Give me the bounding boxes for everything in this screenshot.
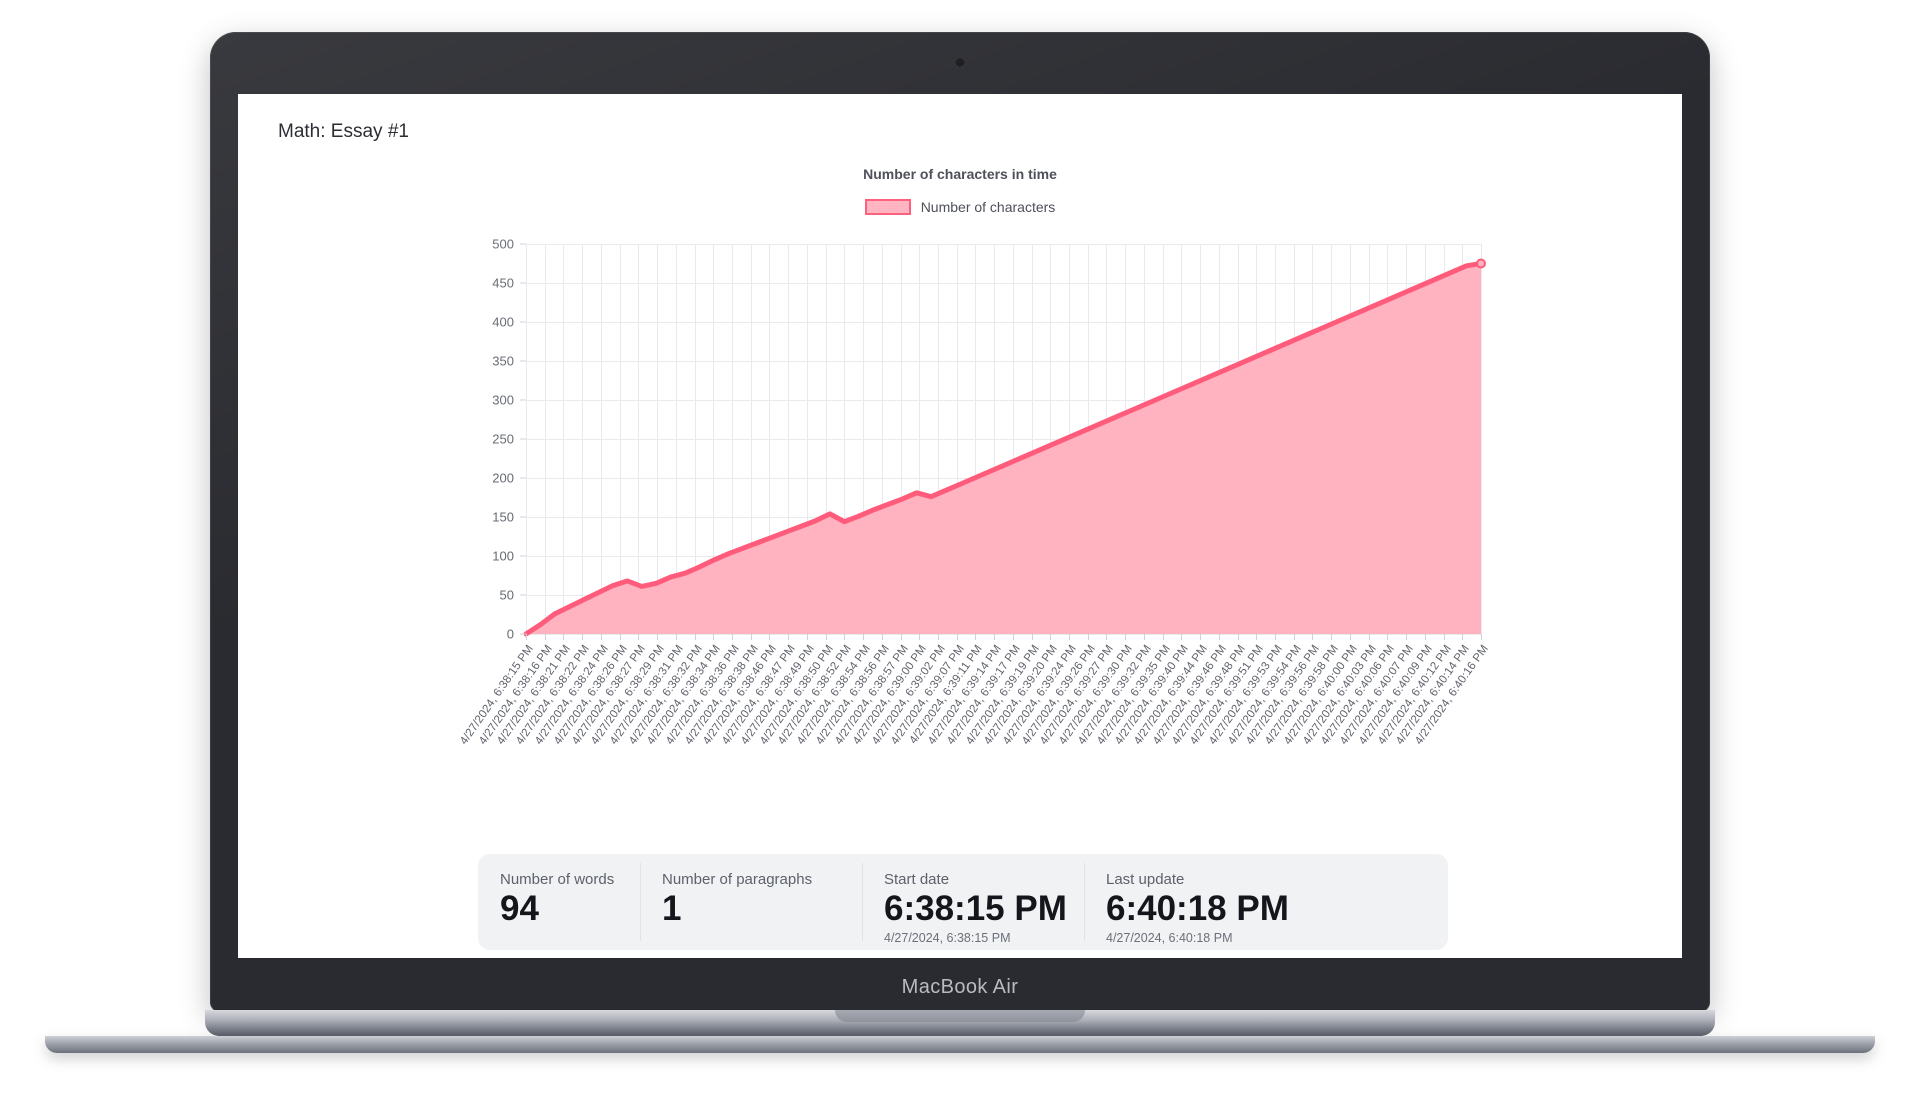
x-axis-tick (769, 634, 771, 640)
x-axis-tick (1331, 634, 1333, 640)
x-axis-tick (713, 634, 715, 640)
camera-dot-icon (955, 58, 965, 67)
x-axis-tick (900, 634, 902, 640)
x-axis-tick (956, 634, 958, 640)
y-axis-tick (520, 360, 526, 362)
stat-card: Number of paragraphs 1 (640, 854, 862, 950)
x-axis-tick (825, 634, 827, 640)
x-axis-tick (1181, 634, 1183, 640)
y-axis-tick (520, 477, 526, 479)
legend-color-swatch (864, 199, 911, 215)
x-axis-tick (600, 634, 602, 640)
app-root: Math: Essay #1 Number of characters in t… (238, 94, 1682, 958)
page-title: Math: Essay #1 (278, 121, 409, 142)
laptop-foot (45, 1036, 1875, 1053)
x-axis-tick (731, 634, 733, 640)
x-axis-tick (1443, 634, 1445, 640)
area-chart-svg (526, 258, 1486, 634)
x-axis-tick (657, 634, 659, 640)
x-axis-tick (1462, 634, 1464, 640)
laptop-base-notch (835, 1010, 1085, 1022)
y-axis-tick (520, 399, 526, 401)
x-axis-tick (1087, 634, 1089, 640)
device-name-label: MacBook Air (901, 976, 1019, 998)
x-axis-tick (619, 634, 621, 640)
x-axis-tick (1106, 634, 1108, 640)
x-axis-tick (788, 634, 790, 640)
y-gridline (526, 634, 1481, 635)
y-axis-tick (520, 555, 526, 557)
stat-card-label: Number of words (500, 871, 615, 888)
x-axis-tick (1125, 634, 1127, 640)
y-axis-tick (520, 321, 526, 323)
x-axis-tick (844, 634, 846, 640)
x-axis-tick (863, 634, 865, 640)
x-axis-tick (750, 634, 752, 640)
x-axis-tick (1406, 634, 1408, 640)
x-axis-tick (1275, 634, 1277, 640)
x-axis-tick (675, 634, 677, 640)
chart-title: Number of characters in time (863, 166, 1057, 182)
x-axis-tick (582, 634, 584, 640)
x-axis-tick (1012, 634, 1014, 640)
x-axis-tick (1050, 634, 1052, 640)
x-axis-tick (1387, 634, 1389, 640)
laptop-mockup: Math: Essay #1 Number of characters in t… (45, 32, 1875, 1072)
x-axis-tick (806, 634, 808, 640)
x-axis-tick (526, 634, 527, 640)
x-axis-tick (1481, 634, 1482, 640)
y-axis-tick (520, 516, 526, 518)
x-axis-tick (937, 634, 939, 640)
plot-area: 0 50 100 150 200 250 300 350 400 450 500 4/27/2024… (458, 237, 1491, 747)
legend-item-label: Number of characters (920, 199, 1056, 215)
stat-card-subtext: 4/27/2024, 6:38:15 PM (884, 930, 1011, 945)
stat-card-label: Number of paragraphs (662, 871, 813, 888)
chart-legend[interactable]: Number of characters (238, 199, 1682, 215)
chart-panel: Number of characters in time Number of c… (238, 152, 1682, 852)
y-axis-tick (520, 438, 526, 440)
x-axis-tick (694, 634, 696, 640)
y-axis-tick (520, 243, 526, 245)
x-axis-tick (1293, 634, 1295, 640)
x-axis-tick (919, 634, 921, 640)
x-axis-tick (1256, 634, 1258, 640)
laptop-screen-bezel: Math: Essay #1 Number of characters in t… (210, 32, 1710, 1012)
x-axis-tick (1368, 634, 1370, 640)
stat-card-value: 94 (500, 889, 539, 928)
plot-wrapper: 0 50 100 150 200 250 300 350 400 450 500 4/27/2024… (238, 237, 1682, 852)
stats-bar: Number of words 94 Number of paragraphs 1 St… (478, 854, 1448, 950)
stat-card-label: Start date (884, 871, 950, 888)
stat-card-label: Last update (1106, 871, 1185, 888)
stat-card-value: 6:38:15 PM (884, 889, 1067, 928)
stat-card-value: 1 (662, 889, 682, 928)
x-gridline (1481, 244, 1482, 634)
x-axis-tick (1069, 634, 1071, 640)
x-axis-tick (563, 634, 565, 640)
stat-card: Number of words 94 (478, 854, 640, 950)
x-axis-tick (1218, 634, 1220, 640)
x-axis-tick (1349, 634, 1351, 640)
y-axis-tick (520, 594, 526, 596)
y-axis-tick (520, 282, 526, 284)
stat-card-subtext: 4/27/2024, 6:40:18 PM (1106, 930, 1233, 945)
x-axis-tick (1312, 634, 1314, 640)
stat-card-value: 6:40:18 PM (1106, 889, 1289, 928)
x-axis-tick (1162, 634, 1164, 640)
x-axis-tick (1237, 634, 1239, 640)
x-axis-tick (975, 634, 977, 640)
x-axis-tick (881, 634, 883, 640)
x-axis-tick (994, 634, 996, 640)
x-axis-tick (638, 634, 640, 640)
series-endpoint-marker (1476, 258, 1486, 269)
x-axis-tick (1031, 634, 1033, 640)
screen-viewport: Math: Essay #1 Number of characters in t… (238, 94, 1682, 958)
x-axis-tick (544, 634, 546, 640)
x-axis-tick (1424, 634, 1426, 640)
x-axis-tick (1200, 634, 1202, 640)
stat-card: Last update 6:40:18 PM 4/27/2024, 6:40:18 … (1084, 854, 1308, 950)
x-axis-tick (1143, 634, 1145, 640)
stat-card: Start date 6:38:15 PM 4/27/2024, 6:38:15 P… (862, 854, 1084, 950)
